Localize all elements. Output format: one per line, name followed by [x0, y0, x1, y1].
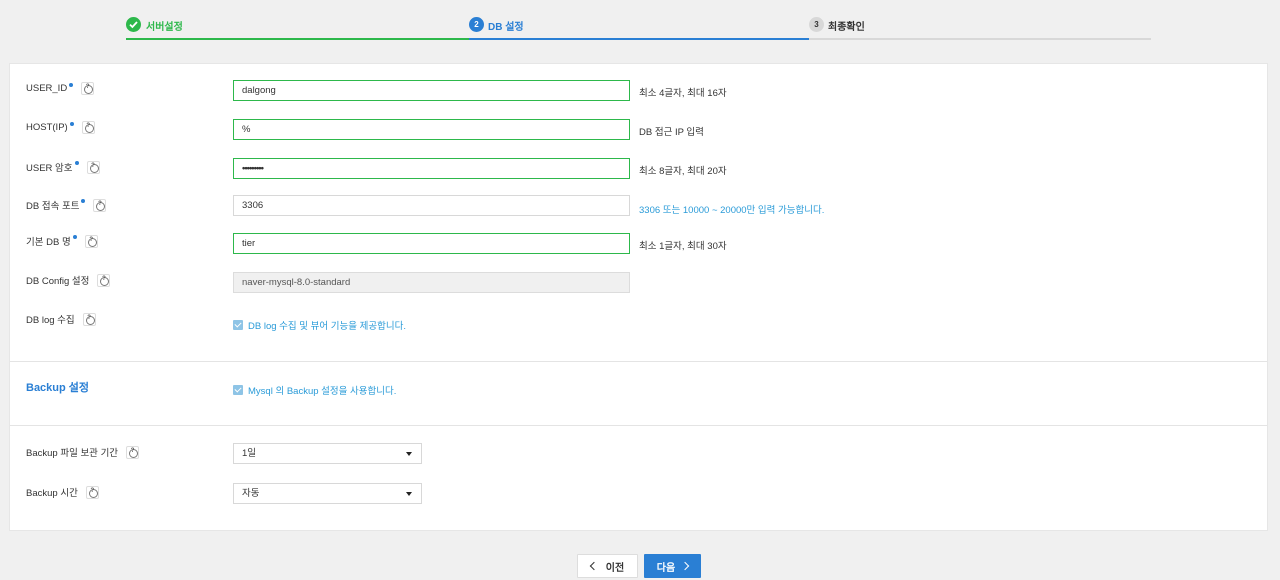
label-text: DB log 수집 [26, 315, 75, 326]
required-dot-icon [74, 161, 79, 165]
backup-time-select[interactable]: 자동 [233, 483, 422, 504]
prev-button[interactable]: 이전 [577, 554, 638, 578]
label-text: Backup 파일 보관 기간 [26, 448, 119, 459]
help-icon[interactable] [85, 485, 99, 499]
dropdown-caret-icon [406, 452, 412, 456]
help-icon[interactable] [84, 234, 98, 248]
default-db-hint: 최소 1글자, 최대 30자 [639, 241, 727, 252]
field-label: Backup 파일 보관 기간 [26, 445, 140, 459]
user-password-hint: 최소 8글자, 최대 20자 [639, 166, 727, 177]
checkbox-label: Mysql 의 Backup 설정을 사용합니다. [248, 386, 397, 397]
required-dot-icon [72, 235, 77, 239]
checkbox-checked-icon[interactable] [233, 385, 243, 395]
backup-section-title: Backup 설정 [26, 382, 90, 394]
checkbox-checked-icon[interactable] [233, 320, 243, 330]
required-dot-icon [81, 199, 86, 203]
host-ip-input[interactable]: % [233, 119, 630, 140]
field-label: USER_ID [26, 82, 95, 95]
host-ip-hint: DB 접근 IP 입력 [639, 127, 704, 138]
field-label: DB Config 설정 [26, 273, 111, 287]
field-label: HOST(IP) [26, 121, 95, 134]
db-port-hint: 3306 또는 10000 ~ 20000만 입력 가능합니다. [639, 205, 825, 216]
help-icon[interactable] [126, 445, 140, 459]
label-text: HOST(IP) [26, 122, 68, 133]
field-label: DB 접속 포트 [26, 198, 107, 212]
step-db-bar [469, 14, 809, 40]
db-config-input: naver-mysql-8.0-standard [233, 272, 630, 293]
select-value: 1일 [242, 448, 257, 459]
label-text: 기본 DB 명 [26, 237, 71, 248]
help-icon[interactable] [81, 121, 95, 134]
label-text: DB Config 설정 [26, 276, 90, 287]
dropdown-caret-icon [406, 492, 412, 496]
step-progress-bar [809, 38, 1151, 40]
help-icon[interactable] [93, 198, 107, 212]
field-label: DB log 수집 [26, 312, 96, 326]
label-text: USER_ID [26, 83, 68, 94]
required-dot-icon [69, 82, 74, 87]
db-settings-panel: USER_ID dalgong 최소 4글자, 최대 16자 HOST(IP) … [9, 63, 1268, 531]
help-icon[interactable] [81, 82, 95, 95]
backup-checkbox[interactable]: Mysql 의 Backup 설정을 사용합니다. [233, 383, 396, 397]
step-label: 최종확인 [828, 22, 865, 33]
required-dot-icon [69, 121, 74, 126]
user-id-input[interactable]: dalgong [233, 80, 630, 101]
chevron-left-icon [589, 561, 599, 571]
user-id-hint: 최소 4글자, 최대 16자 [639, 88, 727, 99]
next-button-label: 다음 [656, 562, 676, 574]
section-divider [10, 425, 1267, 426]
prev-button-label: 이전 [605, 562, 625, 574]
default-db-input[interactable]: tier [233, 233, 630, 254]
chevron-right-icon [680, 561, 690, 571]
label-text: DB 접속 포트 [26, 201, 80, 212]
stepper: 서버설정 2 DB 설정 3 최종확인 [126, 14, 1151, 40]
step-final-confirm[interactable]: 3 최종확인 [809, 14, 1151, 40]
help-icon[interactable] [82, 312, 96, 326]
field-label: Backup 시간 [26, 485, 99, 499]
section-divider [10, 361, 1267, 362]
help-icon[interactable] [97, 273, 111, 287]
step-progress-bar [469, 38, 809, 40]
label-text: Backup 시간 [26, 488, 78, 499]
next-button[interactable]: 다음 [644, 554, 701, 578]
db-port-input[interactable]: 3306 [233, 195, 630, 216]
field-label: 기본 DB 명 [26, 234, 98, 248]
help-icon[interactable] [86, 160, 100, 174]
step-number: 3 [809, 17, 824, 32]
label-text: USER 암호 [26, 163, 73, 174]
backup-retention-select[interactable]: 1일 [233, 443, 422, 464]
user-password-input[interactable]: ••••••••• [233, 158, 630, 179]
select-value: 자동 [242, 488, 260, 499]
field-label: USER 암호 [26, 160, 100, 174]
db-log-checkbox[interactable]: DB log 수집 및 뷰어 기능을 제공합니다. [233, 318, 406, 332]
checkbox-label: DB log 수집 및 뷰어 기능을 제공합니다. [248, 321, 406, 332]
